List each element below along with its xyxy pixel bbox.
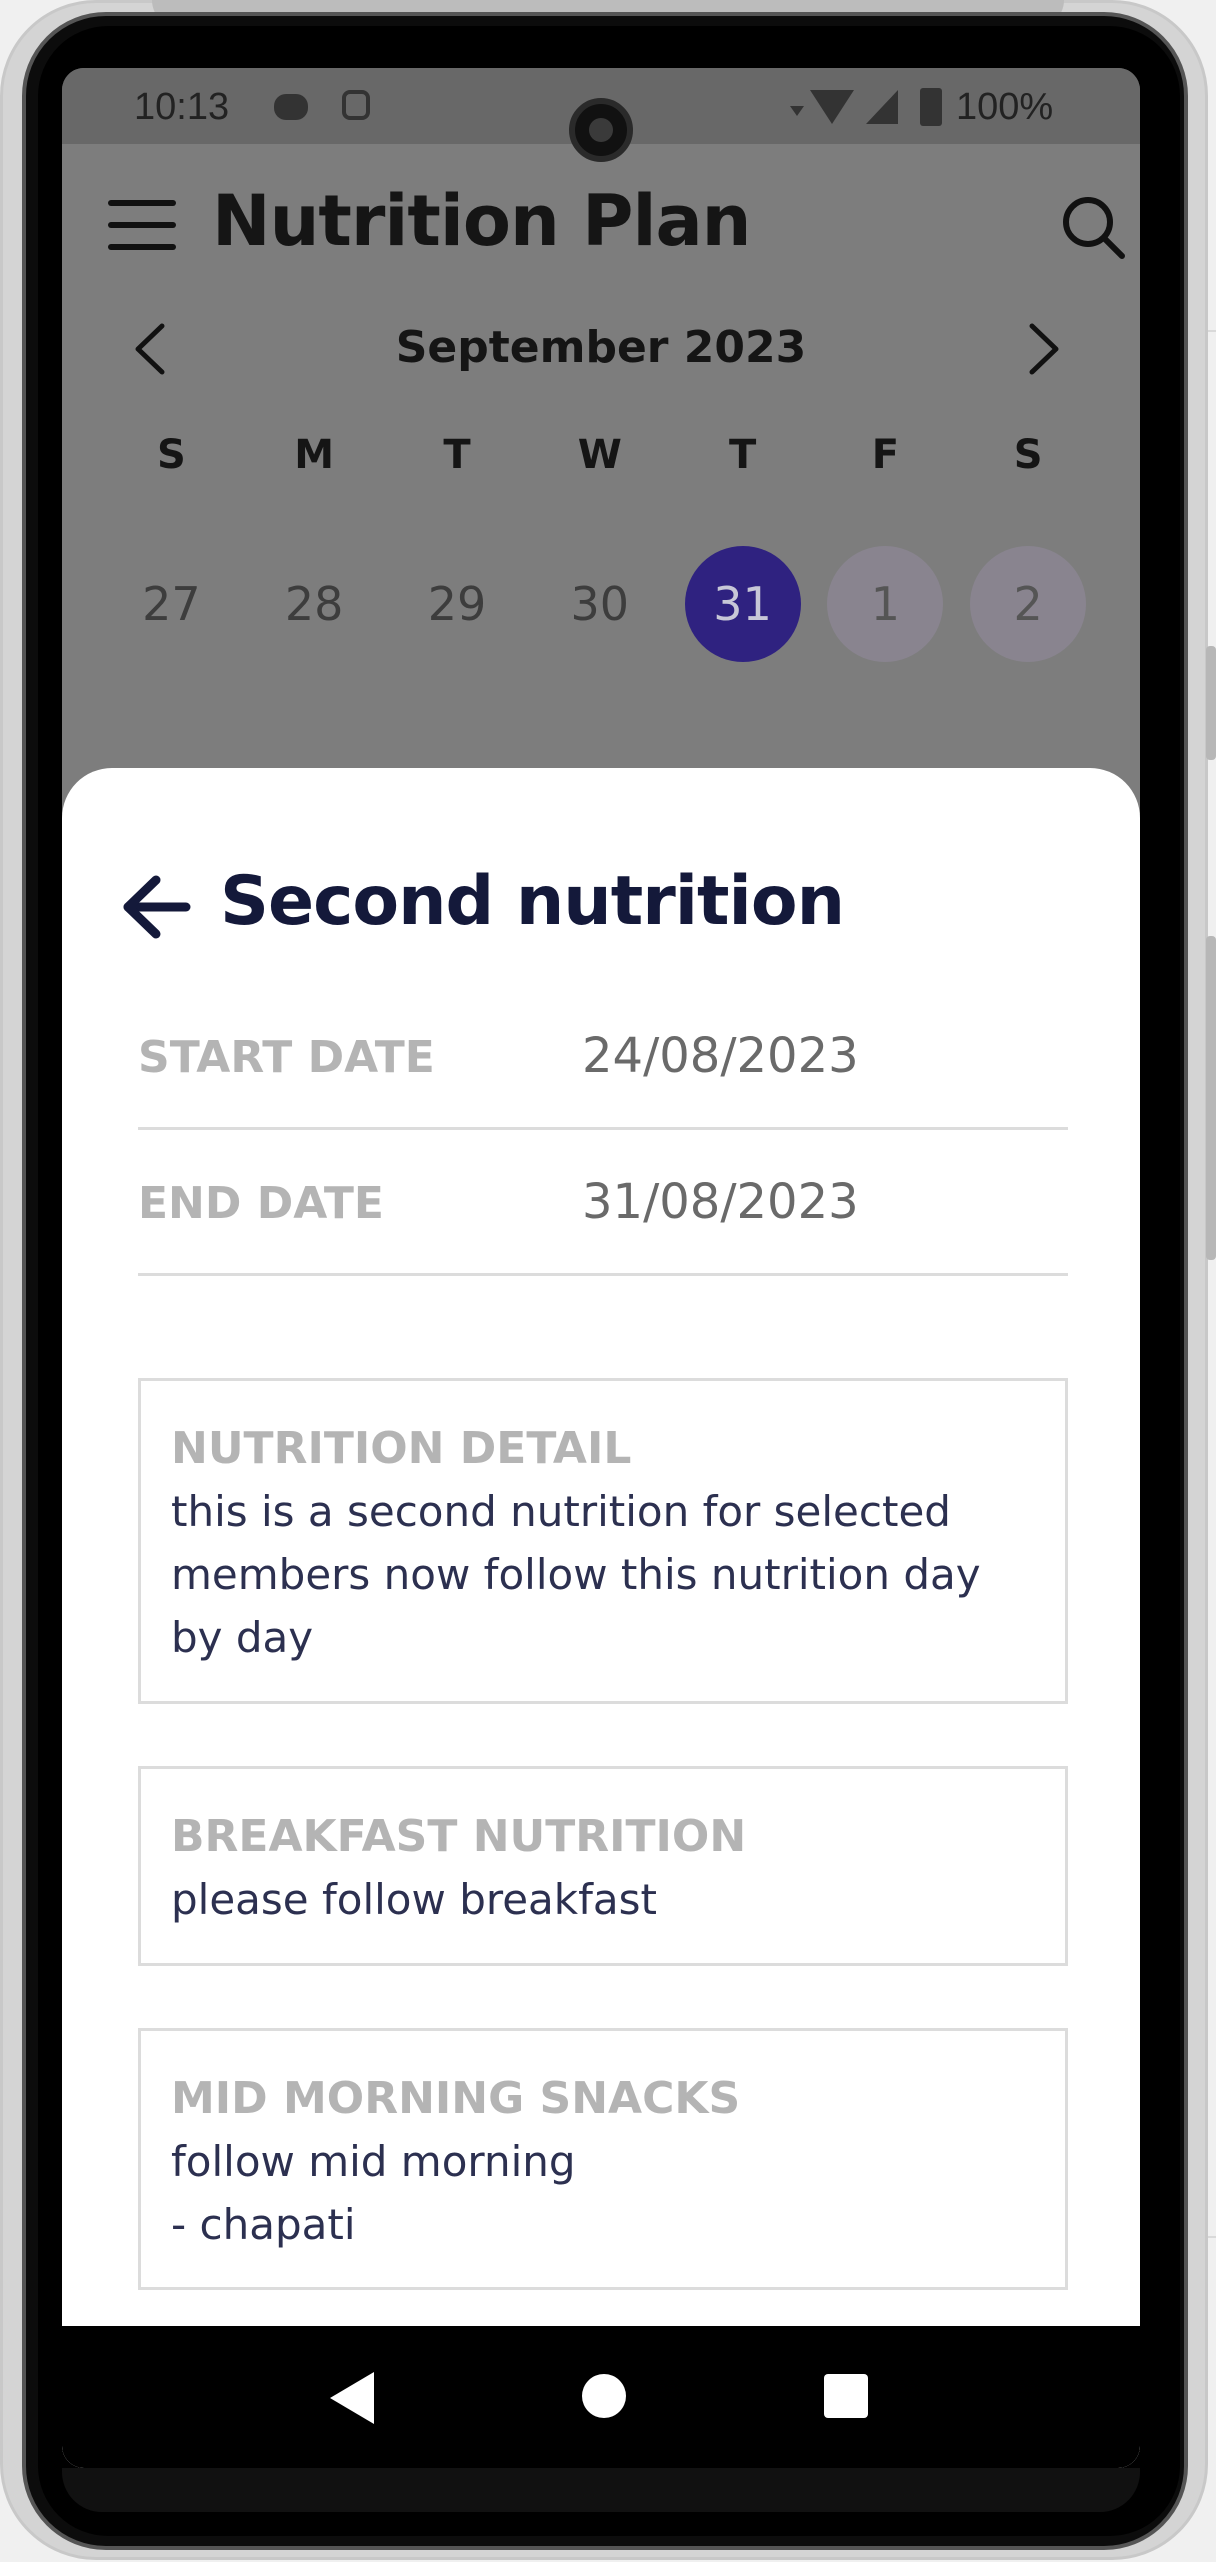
cell-signal-icon (866, 90, 898, 124)
circle-home-icon[interactable] (582, 2374, 626, 2418)
device-side-button (1206, 936, 1216, 1260)
page-title: Nutrition Plan (212, 180, 752, 262)
start-date-value: 24/08/2023 (582, 1028, 859, 1084)
card-label: NUTRITION DETAIL (171, 1423, 632, 1474)
calendar-day[interactable]: 27 (100, 546, 243, 662)
data-activity-icon (790, 106, 804, 116)
wifi-icon (810, 90, 854, 124)
phone-screen: 10:13 100% Nutrition Plan September 2023 (62, 68, 1140, 2468)
android-notification-icon (342, 90, 370, 120)
day-number: 2 (970, 546, 1087, 662)
weekday-label: S (156, 432, 186, 478)
weekday-label: W (577, 432, 622, 478)
day-number: 31 (684, 546, 801, 662)
device-side-button (1206, 646, 1216, 760)
app-bar: Nutrition Plan (62, 144, 1140, 294)
nutrition-detail-card: NUTRITION DETAIL this is a second nutrit… (138, 1378, 1068, 1704)
calendar-week-row: 27 28 29 30 31 1 2 (100, 546, 1100, 662)
calendar-day-next-month[interactable]: 2 (957, 546, 1100, 662)
nutrition-detail-sheet: Second nutrition START DATE 24/08/2023 E… (62, 768, 1140, 2468)
calendar: September 2023 S M T W T F S 27 28 29 30… (62, 294, 1140, 834)
weekday-label: M (294, 432, 335, 478)
sheet-title: Second nutrition (220, 862, 845, 941)
day-number: 1 (827, 546, 944, 662)
status-time: 10:13 (134, 86, 230, 128)
end-date-row: END DATE 31/08/2023 (138, 1130, 1068, 1276)
day-number: 29 (427, 577, 487, 631)
weekday-label: T (443, 432, 471, 478)
calendar-day[interactable]: 29 (386, 546, 529, 662)
calendar-day[interactable]: 30 (528, 546, 671, 662)
square-recents-icon[interactable] (824, 2374, 868, 2418)
card-text: follow mid morning - chapati (171, 2137, 576, 2249)
day-number: 30 (570, 577, 630, 631)
card-label: BREAKFAST NUTRITION (171, 1811, 747, 1862)
end-date-value: 31/08/2023 (582, 1174, 859, 1230)
card-label: MID MORNING SNACKS (171, 2073, 741, 2124)
card-text: this is a second nutrition for selected … (171, 1487, 981, 1662)
message-notification-icon (274, 94, 308, 120)
weekday-header: S M T W T F S (100, 432, 1100, 478)
search-icon[interactable] (1058, 192, 1128, 262)
weekday-label: F (871, 432, 900, 478)
start-date-label: START DATE (138, 1032, 435, 1083)
triangle-back-icon[interactable] (330, 2372, 374, 2424)
breakfast-nutrition-card: BREAKFAST NUTRITION please follow breakf… (138, 1766, 1068, 1966)
battery-percentage: 100% (956, 86, 1054, 128)
chevron-right-icon[interactable] (1024, 322, 1064, 376)
end-date-label: END DATE (138, 1178, 384, 1229)
calendar-day[interactable]: 28 (243, 546, 386, 662)
device-bottom-bezel (62, 2468, 1140, 2512)
screenshot-canvas: 10:13 100% Nutrition Plan September 2023 (0, 0, 1216, 2562)
start-date-row: START DATE 24/08/2023 (138, 984, 1068, 1130)
calendar-day-selected[interactable]: 31 (671, 546, 814, 662)
weekday-label: S (1013, 432, 1043, 478)
card-text: please follow breakfast (171, 1875, 657, 1924)
hamburger-menu-icon[interactable] (108, 200, 176, 250)
weekday-label: T (728, 432, 757, 478)
day-number: 28 (284, 577, 344, 631)
battery-icon (920, 88, 942, 126)
calendar-month-label: September 2023 (395, 322, 807, 373)
day-number: 27 (142, 577, 201, 631)
front-camera (569, 98, 633, 162)
calendar-day-next-month[interactable]: 1 (814, 546, 957, 662)
system-navigation-bar (62, 2326, 1140, 2468)
arrow-left-icon[interactable] (120, 874, 192, 940)
mid-morning-snacks-card: MID MORNING SNACKS follow mid morning - … (138, 2028, 1068, 2290)
